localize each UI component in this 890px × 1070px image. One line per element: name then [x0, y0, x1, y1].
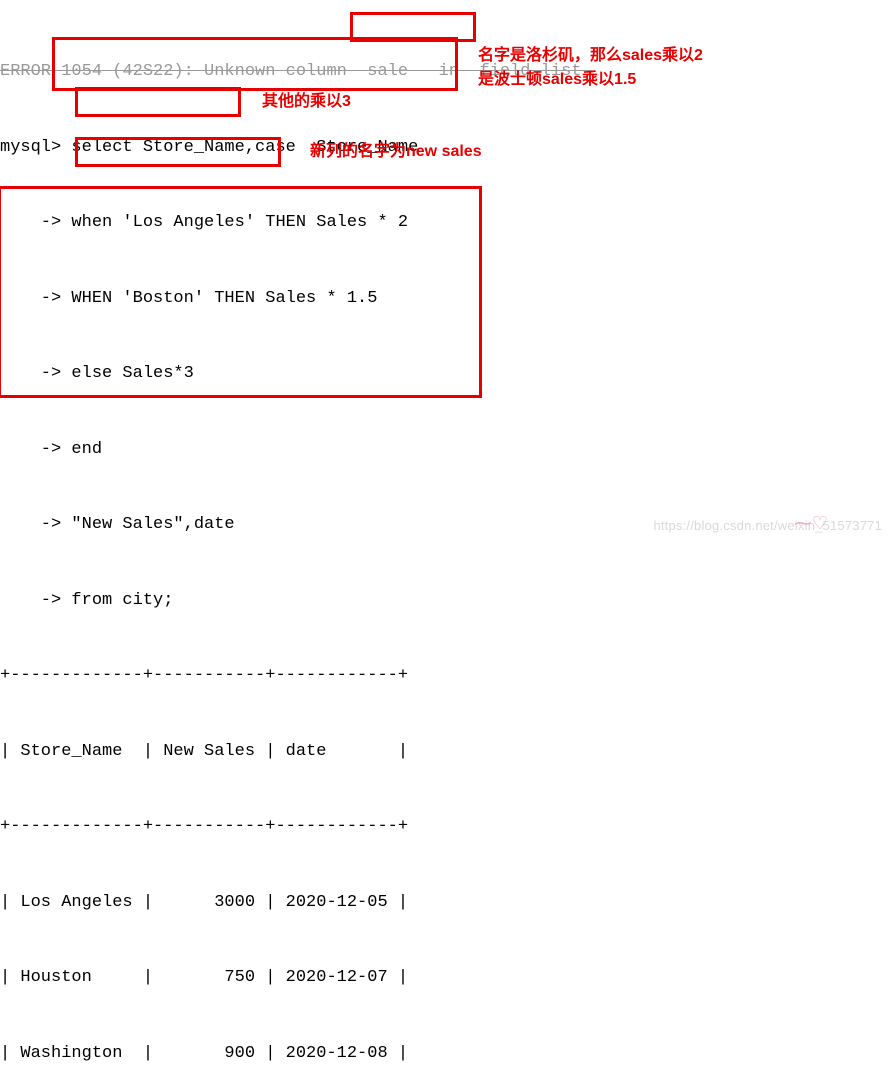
table-row: | Los Angeles | 3000 | 2020-12-05 |	[0, 890, 890, 915]
truncated-error-line: ERROR 1054 (42S22): Unknown column sale …	[0, 59, 890, 84]
heart-deco-icon: ⁓♡	[794, 513, 828, 535]
box-else	[75, 87, 241, 117]
sql-line-3: -> WHEN 'Boston' THEN Sales * 1.5	[0, 286, 890, 311]
table-border-top: +-------------+-----------+------------+	[0, 663, 890, 688]
annot-right-2: 是波士顿sales乘以1.5	[478, 68, 636, 92]
sql-line-2: -> when 'Los Angeles' THEN Sales * 2	[0, 210, 890, 235]
watermark-text: https://blog.csdn.net/weixin_51573771	[653, 518, 882, 533]
annot-else: 其他的乘以3	[262, 90, 351, 114]
terminal-output: ERROR 1054 (42S22): Unknown column sale …	[0, 0, 890, 1070]
annot-new-col: 新列的名字为new sales	[310, 140, 482, 164]
sql-line-4: -> else Sales*3	[0, 361, 890, 386]
sql-line-7: -> from city;	[0, 588, 890, 613]
box-store-name	[350, 12, 476, 42]
annot-right-1: 名字是洛杉矶，那么sales乘以2	[478, 44, 703, 68]
table-border-mid: +-------------+-----------+------------+	[0, 814, 890, 839]
table-header: | Store_Name | New Sales | date |	[0, 739, 890, 764]
table-row: | Washington | 900 | 2020-12-08 |	[0, 1041, 890, 1066]
sql-line-5: -> end	[0, 437, 890, 462]
table-row: | Houston | 750 | 2020-12-07 |	[0, 965, 890, 990]
